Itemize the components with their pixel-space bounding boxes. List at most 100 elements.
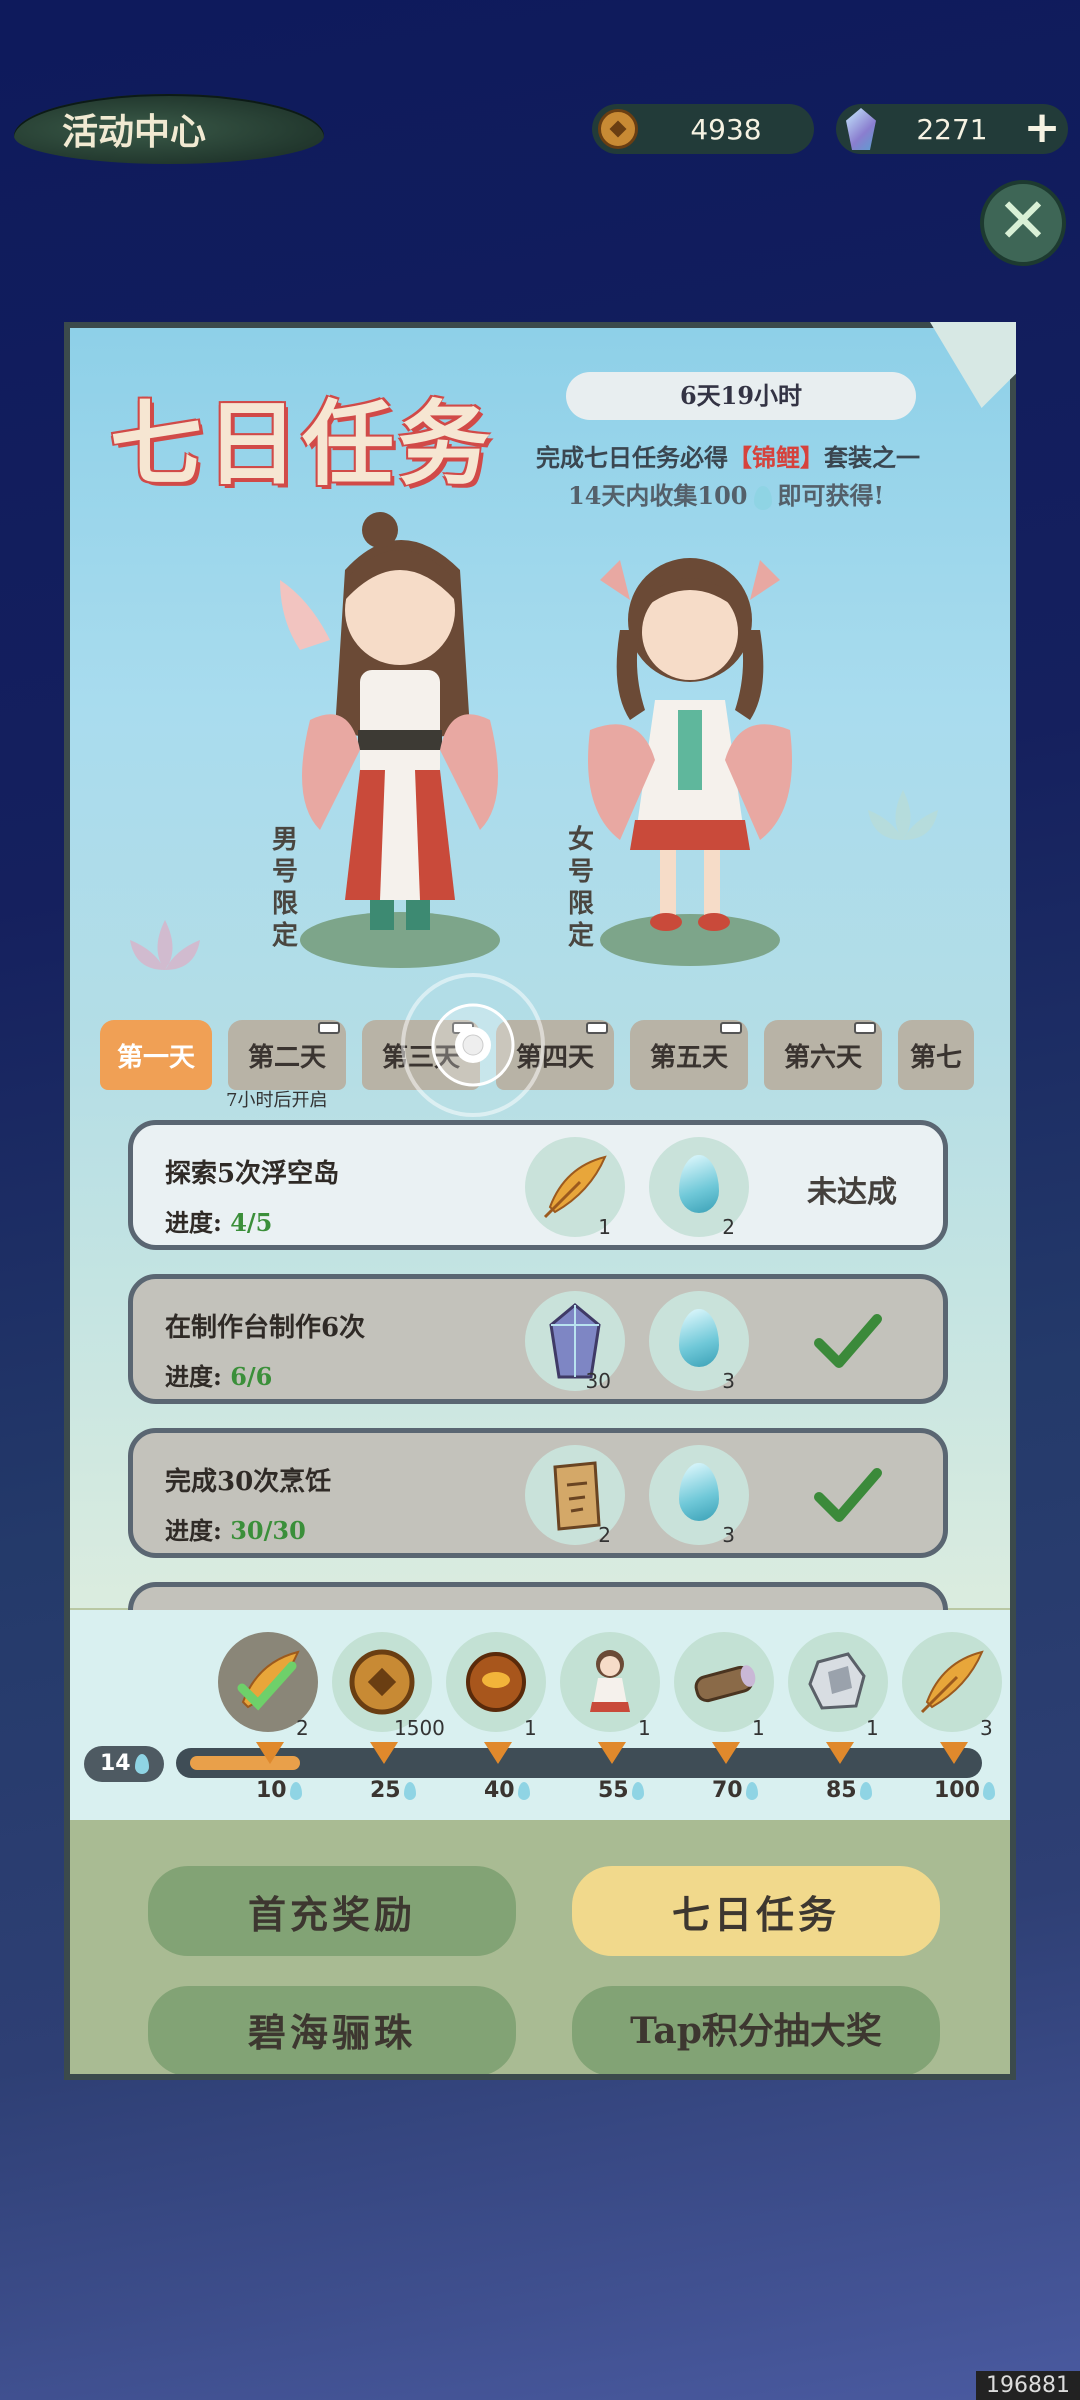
task-status: 未达成 bbox=[807, 1175, 897, 1210]
event-title: 七日任务 bbox=[110, 390, 495, 498]
check-icon bbox=[814, 1468, 882, 1522]
lock-icon bbox=[586, 1022, 608, 1034]
water-drop-icon bbox=[982, 1782, 995, 1800]
milestone-value-text: 10 bbox=[256, 1778, 287, 1803]
task-name: 在制作台制作6次 bbox=[165, 1313, 366, 1343]
milestone-value-text: 85 bbox=[826, 1778, 857, 1803]
desc-suffix: 套装之一 bbox=[824, 443, 920, 472]
tab-day-5[interactable]: 第五天 bbox=[630, 1020, 748, 1090]
milestone-value: 25 bbox=[370, 1778, 422, 1803]
water-drop-icon bbox=[745, 1782, 758, 1800]
lock-icon bbox=[720, 1022, 742, 1034]
milestone-value: 10 bbox=[256, 1778, 308, 1803]
reward-count: 3 bbox=[722, 1523, 735, 1547]
reward-slot[interactable]: 1 bbox=[525, 1137, 625, 1239]
milestone-value-text: 25 bbox=[370, 1778, 401, 1803]
milestone-marker bbox=[826, 1742, 854, 1764]
event-menu: 首充奖励 七日任务 碧海骊珠 Tap积分抽大奖 bbox=[70, 1820, 1010, 2074]
milestone-value-text: 40 bbox=[484, 1778, 515, 1803]
coin-amount: 4938 bbox=[690, 112, 762, 146]
tab-day-7[interactable]: 第七 bbox=[898, 1020, 974, 1090]
watermark: 196881 bbox=[976, 2371, 1080, 2400]
progress-label: 进度: bbox=[165, 1362, 222, 1391]
reward-count: 1 bbox=[598, 1215, 611, 1239]
seven-day-task-button[interactable]: 七日任务 bbox=[572, 1866, 940, 1956]
lock-icon bbox=[854, 1022, 876, 1034]
close-button[interactable]: ✕ bbox=[980, 180, 1066, 266]
tap-points-lottery-button[interactable]: Tap积分抽大奖 bbox=[572, 1986, 940, 2074]
milestone-count: 1 bbox=[752, 1716, 765, 1740]
reward-count: 2 bbox=[722, 1215, 735, 1239]
male-only-label: 男号限定 bbox=[272, 825, 299, 951]
task-progress: 进度: 6/6 bbox=[165, 1357, 272, 1392]
milestone-count: 1 bbox=[638, 1716, 651, 1740]
task-progress: 进度: 4/5 bbox=[165, 1203, 272, 1238]
milestone-marker bbox=[598, 1742, 626, 1764]
tab-day-6[interactable]: 第六天 bbox=[764, 1020, 882, 1090]
reward-slot[interactable]: 3 bbox=[649, 1445, 749, 1547]
milestone-value: 85 bbox=[826, 1778, 878, 1803]
req-prefix: 14天内收集100 bbox=[568, 481, 748, 510]
pearl-event-button[interactable]: 碧海骊珠 bbox=[148, 1986, 516, 2074]
tab-day-2[interactable]: 第二天 bbox=[228, 1020, 346, 1090]
gem-icon bbox=[846, 108, 876, 150]
tab-day-1[interactable]: 第一天 bbox=[100, 1020, 212, 1090]
task-row[interactable]: 完成30次烹饪 进度: 30/30 2 3 bbox=[128, 1428, 948, 1558]
milestone-count: 1500 bbox=[394, 1716, 445, 1740]
milestone-value-text: 70 bbox=[712, 1778, 743, 1803]
milestone-count: 1 bbox=[524, 1716, 537, 1740]
water-drop-icon bbox=[679, 1463, 719, 1521]
milestone-marker bbox=[370, 1742, 398, 1764]
event-requirement: 14天内收集100 即可获得! bbox=[568, 476, 884, 511]
reward-count: 2 bbox=[598, 1523, 611, 1547]
lotus-icon bbox=[868, 790, 938, 840]
gem-counter: 2271 + bbox=[836, 104, 1068, 154]
reward-slot[interactable]: 30 bbox=[525, 1291, 625, 1393]
tab-day-2-label: 第二天 bbox=[247, 1042, 326, 1073]
water-drop-icon bbox=[134, 1754, 149, 1774]
tab-unlock-note: 7小时后开启 bbox=[226, 1090, 328, 1111]
milestone-value-text: 100 bbox=[934, 1778, 980, 1803]
reward-slot[interactable]: 2 bbox=[649, 1137, 749, 1239]
tab-day-6-label: 第六天 bbox=[783, 1042, 862, 1073]
page-title: 活动中心 bbox=[14, 94, 324, 164]
task-name: 探索5次浮空岛 bbox=[165, 1159, 340, 1189]
lotus-icon bbox=[130, 920, 200, 970]
current-points: 14 bbox=[84, 1746, 164, 1782]
tab-day-5-label: 第五天 bbox=[649, 1042, 728, 1073]
progress-value: 4/5 bbox=[230, 1208, 273, 1237]
water-drop-icon bbox=[859, 1782, 872, 1800]
water-drop-icon bbox=[679, 1155, 719, 1213]
progress-label: 进度: bbox=[165, 1516, 222, 1545]
req-suffix: 即可获得! bbox=[777, 481, 885, 510]
lock-icon bbox=[318, 1022, 340, 1034]
task-name: 完成30次烹饪 bbox=[165, 1467, 332, 1497]
milestone-value-text: 55 bbox=[598, 1778, 629, 1803]
milestone-marker bbox=[712, 1742, 740, 1764]
water-drop-icon bbox=[289, 1782, 302, 1800]
desc-prefix: 完成七日任务必得 bbox=[536, 443, 728, 472]
coin-icon bbox=[598, 109, 638, 149]
coin-counter: 4938 bbox=[592, 104, 814, 154]
progress-value: 6/6 bbox=[230, 1362, 273, 1391]
milestone-count: 2 bbox=[296, 1716, 309, 1740]
reward-count: 30 bbox=[585, 1369, 611, 1393]
milestone-count: 1 bbox=[866, 1716, 879, 1740]
touch-indicator-icon bbox=[401, 973, 545, 1117]
water-drop-icon bbox=[753, 485, 772, 510]
check-icon bbox=[814, 1314, 882, 1368]
female-only-label: 女号限定 bbox=[568, 825, 595, 951]
add-gems-button[interactable]: + bbox=[1022, 106, 1062, 150]
water-drop-icon bbox=[517, 1782, 530, 1800]
water-drop-icon bbox=[403, 1782, 416, 1800]
reward-slot[interactable]: 2 bbox=[525, 1445, 625, 1547]
reward-slot[interactable]: 3 bbox=[649, 1291, 749, 1393]
task-row[interactable]: 在制作台制作6次 进度: 6/6 30 3 bbox=[128, 1274, 948, 1404]
milestone-marker bbox=[484, 1742, 512, 1764]
task-row[interactable]: 探索5次浮空岛 进度: 4/5 1 2 未达成 bbox=[128, 1120, 948, 1250]
reward-count: 3 bbox=[722, 1369, 735, 1393]
progress-value: 30/30 bbox=[230, 1516, 306, 1545]
event-description: 完成七日任务必得【锦鲤】套装之一 bbox=[536, 438, 920, 473]
first-recharge-button[interactable]: 首充奖励 bbox=[148, 1866, 516, 1956]
milestone-value: 100 bbox=[934, 1778, 1001, 1803]
